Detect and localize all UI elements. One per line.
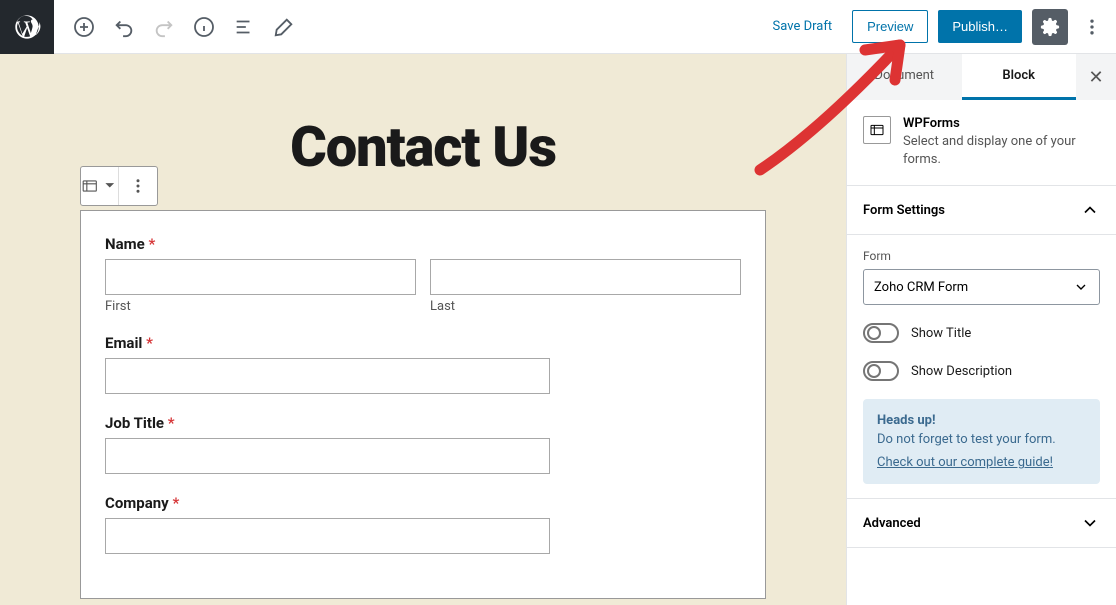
form-settings-header[interactable]: Form Settings [847,186,1116,235]
job-title-input[interactable] [105,438,550,474]
company-input[interactable] [105,518,550,554]
show-description-toggle[interactable] [863,361,899,381]
chevron-up-icon [1080,200,1100,220]
first-name-input[interactable] [105,259,416,295]
form-select-label: Form [863,249,1100,263]
notice-text: Do not forget to test your form. [877,432,1086,447]
last-name-input[interactable] [430,259,741,295]
settings-gear-button[interactable] [1032,9,1068,45]
outline-button[interactable] [226,9,262,45]
add-block-button[interactable] [66,9,102,45]
email-input[interactable] [105,358,550,394]
tab-block[interactable]: Block [962,54,1077,100]
advanced-header[interactable]: Advanced [847,498,1116,548]
show-title-toggle[interactable] [863,323,899,343]
undo-button[interactable] [106,9,142,45]
tab-document[interactable]: Document [847,54,962,100]
email-label: Email * [105,334,741,352]
chevron-down-icon [1073,279,1089,295]
notice-heading: Heads up! [877,413,1086,428]
block-more-button[interactable] [119,167,157,205]
close-sidebar-button[interactable]: ✕ [1076,54,1116,100]
edit-button[interactable] [266,9,302,45]
block-name: WPForms [903,116,1100,131]
page-title[interactable]: Contact Us [80,114,766,180]
name-label: Name * [105,235,741,253]
wpforms-icon [863,116,891,144]
first-sublabel: First [105,299,416,314]
form-block[interactable]: Name * First Last Email * [80,210,766,599]
block-description: Select and display one of your forms. [903,133,1100,169]
more-menu-button[interactable] [1078,9,1106,45]
company-label: Company * [105,494,741,512]
show-title-label: Show Title [911,326,971,341]
notice-link[interactable]: Check out our complete guide! [877,455,1053,470]
block-toolbar [80,166,158,206]
notice-box: Heads up! Do not forget to test your for… [863,399,1100,484]
show-description-label: Show Description [911,364,1012,379]
publish-button[interactable]: Publish… [938,10,1022,43]
wordpress-logo[interactable] [0,0,54,54]
save-draft-link[interactable]: Save Draft [763,13,843,40]
chevron-down-icon [1080,513,1100,533]
block-type-button[interactable] [81,167,119,205]
form-select[interactable]: Zoho CRM Form [863,269,1100,305]
preview-button[interactable]: Preview [852,10,928,43]
redo-button[interactable] [146,9,182,45]
info-button[interactable] [186,9,222,45]
last-sublabel: Last [430,299,741,314]
job-title-label: Job Title * [105,414,741,432]
